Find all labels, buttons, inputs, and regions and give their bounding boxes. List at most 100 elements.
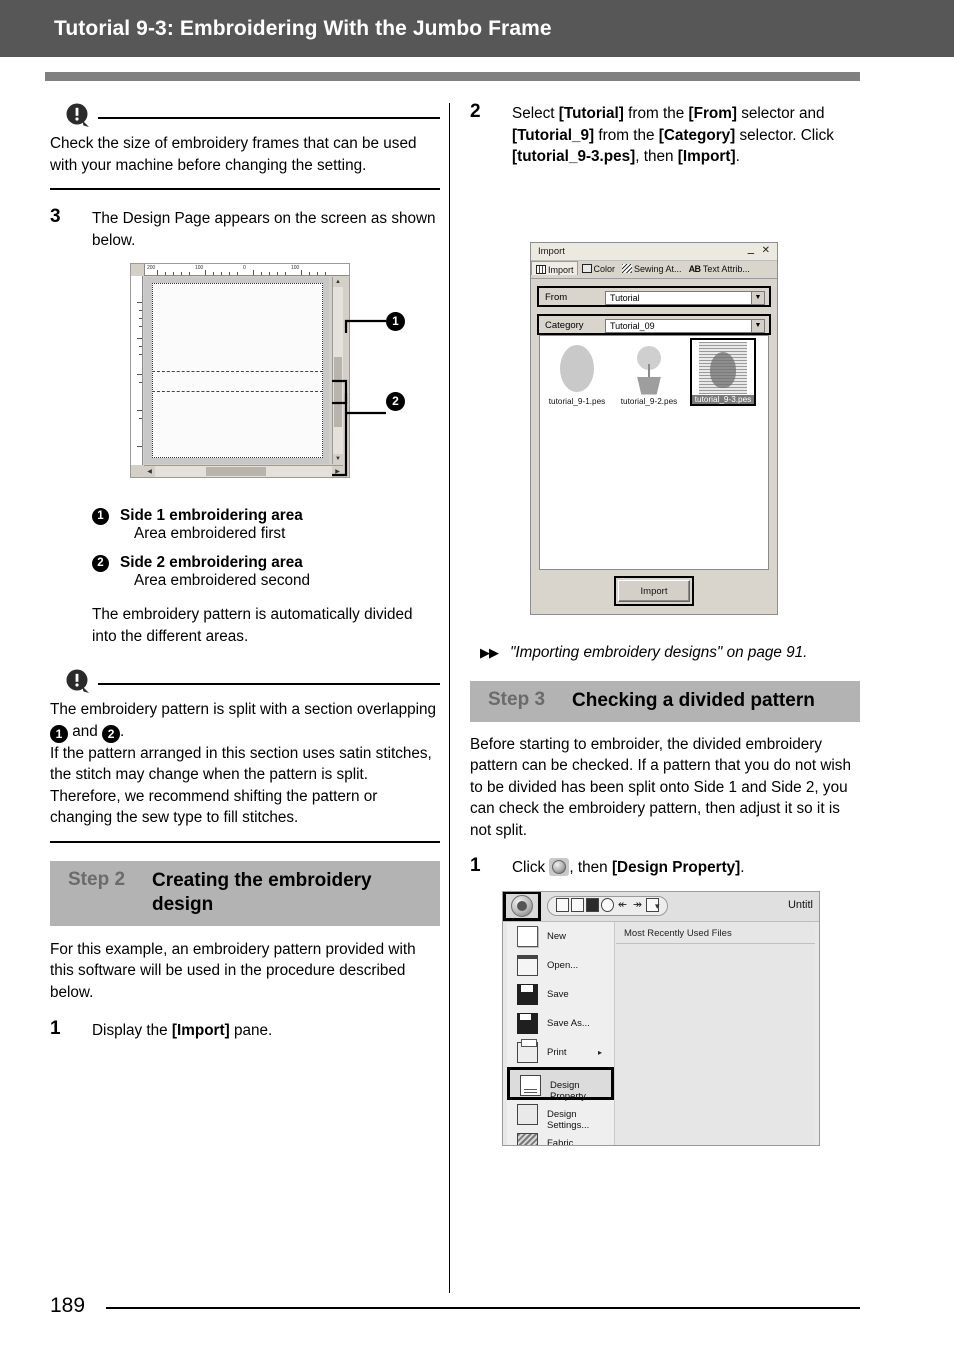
- tab-text-attributes[interactable]: AB Text Attrib...: [685, 261, 753, 274]
- step-text: Click , then [Design Property].: [512, 857, 860, 879]
- horizontal-scrollbar[interactable]: ◀ ▶: [144, 465, 343, 477]
- menu-item-save[interactable]: Save: [507, 980, 614, 1009]
- note-exclamation-icon: [66, 669, 89, 693]
- seg-6: , then: [635, 148, 678, 165]
- seg-2: from the: [623, 105, 689, 122]
- thumbnail-caption: tutorial_9-2.pes: [620, 396, 678, 406]
- step-text-bold: [Design Property]: [611, 859, 741, 876]
- step-text-part-c: .: [740, 859, 745, 876]
- vertical-scrollbar[interactable]: ▲ ▼: [332, 277, 343, 464]
- scroll-down-arrow[interactable]: ▼: [333, 454, 343, 464]
- design-property-icon: [520, 1075, 541, 1096]
- application-button-orb-icon: [549, 858, 570, 876]
- right-step-3-item-1: 1 Click , then [Design Property].: [470, 855, 860, 879]
- step-3-heading: Step 3 Checking a divided pattern: [470, 680, 860, 722]
- bold-from: [From]: [688, 105, 737, 122]
- menu-item-design-property[interactable]: Design Property: [507, 1067, 614, 1102]
- reference-arrows-icon: ▶▶: [480, 644, 499, 660]
- menu-item-label: New: [547, 931, 567, 942]
- tab-label: Import: [548, 264, 574, 275]
- chevron-down-icon[interactable]: ▼: [751, 291, 764, 304]
- note-header: [50, 669, 440, 697]
- tab-label: Text Attrib...: [702, 263, 750, 274]
- vertical-scroll-thumb[interactable]: [334, 357, 342, 427]
- zoom-icon[interactable]: [601, 898, 614, 912]
- chevron-down-icon[interactable]: ▼: [751, 319, 764, 332]
- pin-icon[interactable]: ⚊: [747, 246, 755, 257]
- application-menu-screenshot: ↞ ↠ ▾ Untitl New Open... Save Save As...…: [502, 891, 820, 1146]
- horizontal-scroll-thumb[interactable]: [206, 467, 266, 476]
- open-icon[interactable]: [571, 898, 584, 912]
- thumbnail-caption: tutorial_9-3.pes: [692, 394, 754, 404]
- import-button-highlight: Import: [614, 575, 694, 606]
- menu-item-label: Fabric Selector...: [547, 1138, 574, 1146]
- thumbnail-tutorial-9-1[interactable]: tutorial_9-1.pes: [544, 342, 610, 406]
- design-settings-icon: [517, 1104, 538, 1125]
- step-2-label: Step 2: [68, 868, 126, 890]
- category-value: Tutorial_09: [610, 320, 655, 331]
- close-icon[interactable]: ✕: [762, 245, 770, 256]
- menu-item-print[interactable]: Print ▸: [507, 1038, 614, 1067]
- application-menu-body: New Open... Save Save As... Print ▸ Desi…: [503, 922, 819, 1146]
- step-text: Select [Tutorial] from the [From] select…: [512, 103, 860, 168]
- qat-dropdown-icon[interactable]: ▾: [655, 901, 660, 912]
- step-text-part-a: Display the: [92, 1022, 172, 1039]
- thumbnail-tutorial-9-3[interactable]: tutorial_9-3.pes: [690, 337, 756, 406]
- step-3-intro: Before starting to embroider, the divide…: [470, 735, 851, 839]
- header-accent-bar: [45, 72, 860, 81]
- thumbnail-art: [692, 340, 754, 395]
- tab-sewing-attributes[interactable]: Sewing At...: [618, 261, 685, 274]
- open-folder-icon: [517, 955, 538, 976]
- step-text-part-a: Click: [512, 859, 550, 876]
- note-block-2: The embroidery pattern is split with a s…: [50, 669, 440, 843]
- application-menu-items: New Open... Save Save As... Print ▸ Desi…: [507, 922, 615, 1146]
- thumbnail-art: [616, 342, 682, 397]
- note-rule-bottom: [50, 188, 440, 190]
- callout-title: Side 1 embroidering area: [120, 507, 303, 524]
- save-icon[interactable]: [586, 898, 599, 912]
- note-2-line1-part-b: and: [68, 722, 103, 740]
- scroll-right-arrow[interactable]: ▶: [332, 466, 343, 477]
- scroll-left-arrow[interactable]: ◀: [144, 466, 155, 477]
- design-page-marker-2: 2: [386, 392, 405, 411]
- menu-item-fabric-selector[interactable]: Fabric Selector...: [507, 1129, 614, 1146]
- application-button-orb-icon[interactable]: [511, 895, 533, 917]
- tab-import[interactable]: Import: [531, 260, 578, 275]
- bold-pesfile: [tutorial_9-3.pes]: [512, 148, 636, 165]
- note-1-text: Check the size of embroidery frames that…: [50, 135, 417, 174]
- new-icon[interactable]: [556, 898, 569, 912]
- import-button[interactable]: Import: [618, 579, 690, 602]
- step-text: Display the [Import] pane.: [92, 1020, 440, 1042]
- callout-subtitle: Area embroidered second: [134, 572, 311, 589]
- page-title: Tutorial 9-3: Embroidering With the Jumb…: [54, 17, 552, 40]
- seg-1: Select: [512, 105, 559, 122]
- tab-color[interactable]: Color: [578, 261, 619, 274]
- from-selector[interactable]: Tutorial ▼: [605, 290, 765, 305]
- ruler-label: 200: [147, 265, 156, 271]
- step-text-bold: [Import]: [171, 1022, 230, 1039]
- import-pane-titlebar: Import ⚊ ✕: [531, 242, 777, 261]
- thumbnail-tutorial-9-2[interactable]: tutorial_9-2.pes: [616, 342, 682, 406]
- step-2-title: Creating the embroidery design: [152, 869, 372, 915]
- scroll-up-arrow[interactable]: ▲: [333, 277, 343, 287]
- design-page-screenshot: 200 100 0 100 ▲ ▼ ◀ ▶: [130, 263, 350, 478]
- menu-item-open[interactable]: Open...: [507, 951, 614, 980]
- undo-icon[interactable]: ↞: [616, 898, 629, 912]
- horizontal-ruler: 200 100 0 100: [131, 264, 349, 276]
- cross-reference-text: "Importing embroidery designs" on page 9…: [510, 643, 808, 661]
- menu-item-new[interactable]: New: [507, 922, 614, 951]
- application-menu-topbar: ↞ ↠ ▾ Untitl: [503, 892, 819, 922]
- step-text: The Design Page appears on the screen as…: [92, 210, 436, 249]
- redo-icon[interactable]: ↠: [631, 898, 644, 912]
- menu-item-save-as[interactable]: Save As...: [507, 1009, 614, 1038]
- menu-item-design-settings[interactable]: Design Settings...: [507, 1100, 614, 1131]
- note-rule-top: [98, 683, 440, 685]
- after-callouts-text: The embroidery pattern is automatically …: [92, 606, 413, 645]
- step-3-label: Step 3: [488, 688, 546, 710]
- left-step-3: 3 The Design Page appears on the screen …: [50, 206, 440, 251]
- design-thumbnail-list[interactable]: tutorial_9-1.pes tutorial_9-2.pes tutori…: [539, 334, 769, 570]
- category-selector[interactable]: Tutorial_09 ▼: [605, 318, 765, 333]
- step-number: 2: [470, 101, 481, 122]
- step-2-intro: For this example, an embroidery pattern …: [50, 940, 416, 1001]
- step-number: 1: [50, 1018, 61, 1039]
